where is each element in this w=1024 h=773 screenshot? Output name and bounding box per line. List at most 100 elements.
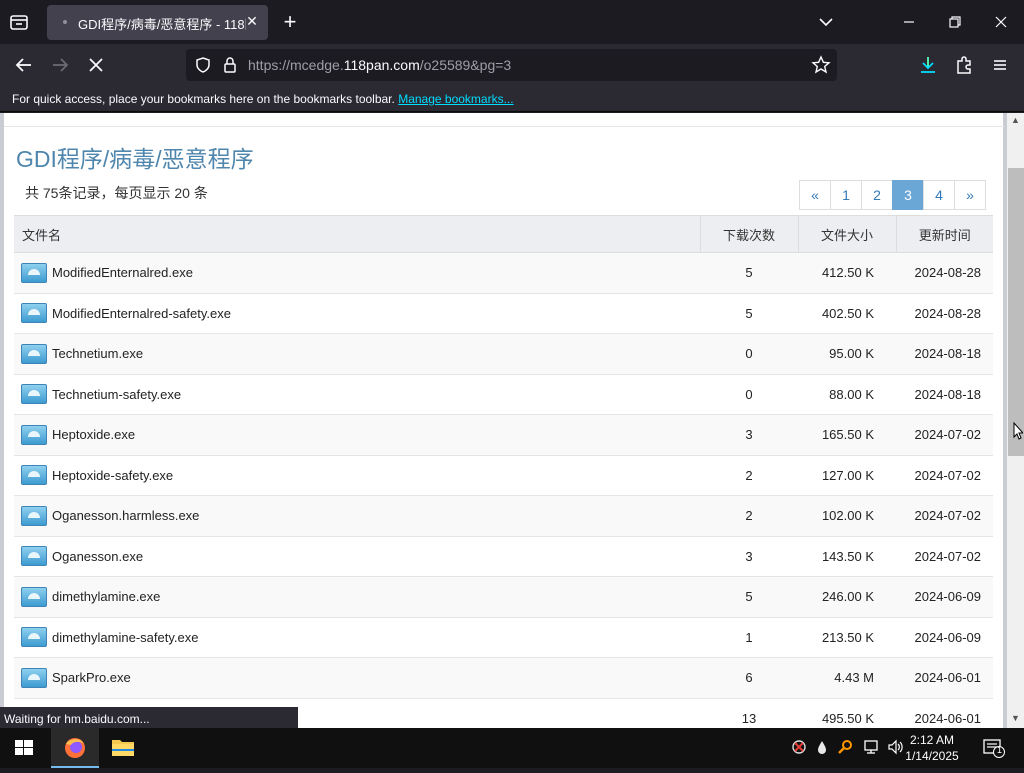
download-count: 2 [700, 454, 798, 496]
table-row[interactable]: ModifiedEnternalred-safety.exe 5 402.50 K2… [14, 292, 993, 334]
table-row[interactable]: ModifiedEnternalred.exe 5 412.50 K 2024-08-… [14, 252, 993, 293]
active-tab[interactable]: GDI程序/病毒/恶意程序 - 118网盘 ✕ [47, 5, 268, 40]
file-name-link[interactable]: Technetium-safety.exe [52, 387, 181, 402]
bookmark-star-icon[interactable] [811, 55, 831, 80]
file-name-link[interactable]: ModifiedEnternalred-safety.exe [52, 306, 231, 321]
file-name-link[interactable]: dimethylamine.exe [52, 589, 160, 604]
pagination-page-4[interactable]: 4 [923, 180, 955, 210]
scroll-down-arrow-icon[interactable]: ▼ [1007, 713, 1024, 727]
update-date: 2024-07-02 [896, 535, 993, 577]
menu-hamburger-icon[interactable] [989, 54, 1011, 76]
file-size: 95.00 K [798, 333, 896, 374]
scroll-up-arrow-icon[interactable]: ▲ [1007, 115, 1024, 129]
file-name-link[interactable]: SparkPro.exe [52, 670, 131, 685]
restore-icon[interactable] [945, 12, 965, 32]
update-date: 2024-06-01 [896, 657, 993, 698]
page-title: GDI程序/病毒/恶意程序 [16, 146, 254, 172]
file-name-cell: SparkPro.exe [14, 657, 700, 698]
stop-loading-icon[interactable] [85, 54, 107, 76]
file-name-cell: Heptoxide-safety.exe [14, 454, 700, 496]
file-name-link[interactable]: Oganesson.harmless.exe [52, 508, 199, 523]
update-date: 2024-07-02 [896, 495, 993, 536]
table-header-row: 文件名 下载次数 文件大小 更新时间 [14, 215, 993, 253]
close-window-icon[interactable] [991, 12, 1011, 32]
file-explorer-folder-icon[interactable] [99, 728, 147, 768]
pagination-prev[interactable]: « [799, 180, 831, 210]
column-header-downloads[interactable]: 下载次数 [700, 215, 799, 253]
table-row[interactable]: Technetium-safety.exe 0 88.00 K 2024-08-18 [14, 373, 993, 415]
pagination-next[interactable]: » [954, 180, 986, 210]
search-key-tray-icon[interactable] [836, 738, 854, 756]
download-count: 0 [700, 373, 798, 415]
address-bar[interactable]: https://mcedge.118pan.com/o25589&pg=3 [186, 49, 837, 81]
table-row[interactable]: SparkPro.exe 6 4.43 M 2024-06-01 [14, 657, 993, 698]
network-icon[interactable] [862, 738, 880, 756]
notification-count: 1 [996, 745, 1002, 755]
tab-title: GDI程序/病毒/恶意程序 - 118网盘 [78, 17, 246, 32]
file-name-link[interactable]: Heptoxide.exe [52, 427, 135, 442]
table-row[interactable]: Heptoxide-safety.exe 2 127.00 K 2024-07-02 [14, 454, 993, 496]
system-clock[interactable]: 2:12 AM 1/14/2025 [904, 732, 960, 764]
update-date: 2024-08-28 [896, 252, 993, 293]
clock-date: 1/14/2025 [905, 749, 959, 763]
pagination-page-2[interactable]: 2 [861, 180, 893, 210]
water-drop-tray-icon[interactable] [813, 738, 831, 756]
executable-file-icon [21, 667, 47, 688]
url-text[interactable]: https://mcedge.118pan.com/o25589&pg=3 [248, 57, 511, 73]
file-size: 246.00 K [798, 576, 896, 617]
lock-icon[interactable] [222, 56, 238, 79]
status-bar: Waiting for hm.baidu.com... [0, 707, 298, 729]
list-all-tabs-icon[interactable] [8, 11, 30, 33]
update-date: 2024-06-09 [896, 576, 993, 617]
close-tab-icon[interactable]: ✕ [244, 13, 260, 31]
firefox-taskbar-icon[interactable] [51, 728, 99, 768]
executable-file-icon [21, 465, 47, 486]
pagination-page-3[interactable]: 3 [892, 180, 924, 210]
update-date: 2024-06-09 [896, 616, 993, 658]
column-header-size[interactable]: 文件大小 [798, 215, 897, 253]
extensions-puzzle-icon[interactable] [953, 54, 975, 76]
security-tray-icon[interactable] [790, 738, 808, 756]
update-date: 2024-06-01 [896, 697, 993, 728]
table-row[interactable]: dimethylamine-safety.exe 1 213.50 K 2024-06… [14, 616, 993, 658]
download-count: 3 [700, 414, 798, 455]
volume-speaker-icon[interactable] [886, 738, 904, 756]
download-count: 3 [700, 535, 798, 577]
downloads-icon[interactable] [917, 54, 939, 76]
minimize-icon[interactable] [899, 12, 919, 32]
page-content: GDI程序/病毒/恶意程序 共 75条记录，每页显示 20 条 «1 2 3 4» 文… [0, 113, 1007, 728]
file-name-link[interactable]: Heptoxide-safety.exe [52, 468, 173, 483]
file-size: 213.50 K [798, 616, 896, 658]
executable-file-icon [21, 262, 47, 283]
file-name-cell: Oganesson.harmless.exe [14, 495, 700, 536]
file-name-link[interactable]: Oganesson.exe [52, 549, 143, 564]
download-count: 6 [700, 657, 798, 698]
table-row[interactable]: Oganesson.harmless.exe 2 102.00 K 2024-07-0… [14, 495, 993, 536]
manage-bookmarks-link[interactable]: Manage bookmarks... [398, 92, 513, 106]
update-date: 2024-08-18 [896, 333, 993, 374]
table-row[interactable]: Technetium.exe 0 95.00 K 2024-08-18 [14, 333, 993, 374]
table-row[interactable]: Heptoxide.exe 3 165.50 K 2024-07-02 [14, 414, 993, 455]
file-name-link[interactable]: ModifiedEnternalred.exe [52, 265, 193, 280]
pagination-page-1[interactable]: 1 [830, 180, 862, 210]
notification-center-icon[interactable]: 1 [982, 737, 1006, 759]
bookmarks-toolbar: For quick access, place your bookmarks h… [0, 86, 1024, 112]
file-size: 102.00 K [798, 495, 896, 536]
column-header-updated[interactable]: 更新时间 [896, 215, 993, 253]
file-name-link[interactable]: Technetium.exe [52, 346, 143, 361]
file-name-cell: Technetium-safety.exe [14, 373, 700, 415]
shield-icon[interactable] [194, 56, 212, 79]
executable-file-icon [21, 384, 47, 405]
table-row[interactable]: Oganesson.exe 3 143.50 K 2024-07-02 [14, 535, 993, 577]
new-tab-icon[interactable]: + [280, 11, 300, 33]
table-row[interactable]: dimethylamine.exe 5 246.00 K 2024-06-09 [14, 576, 993, 617]
executable-file-icon [21, 343, 47, 364]
tab-list-chevron-icon[interactable] [816, 12, 836, 32]
tab-loading-indicator [63, 20, 67, 24]
back-arrow-icon[interactable] [13, 54, 35, 76]
start-windows-icon[interactable] [0, 728, 48, 768]
forward-arrow-icon[interactable] [49, 54, 71, 76]
file-name-link[interactable]: dimethylamine-safety.exe [52, 630, 198, 645]
column-header-filename[interactable]: 文件名 [14, 215, 701, 253]
scrollbar-thumb[interactable] [1008, 168, 1024, 456]
